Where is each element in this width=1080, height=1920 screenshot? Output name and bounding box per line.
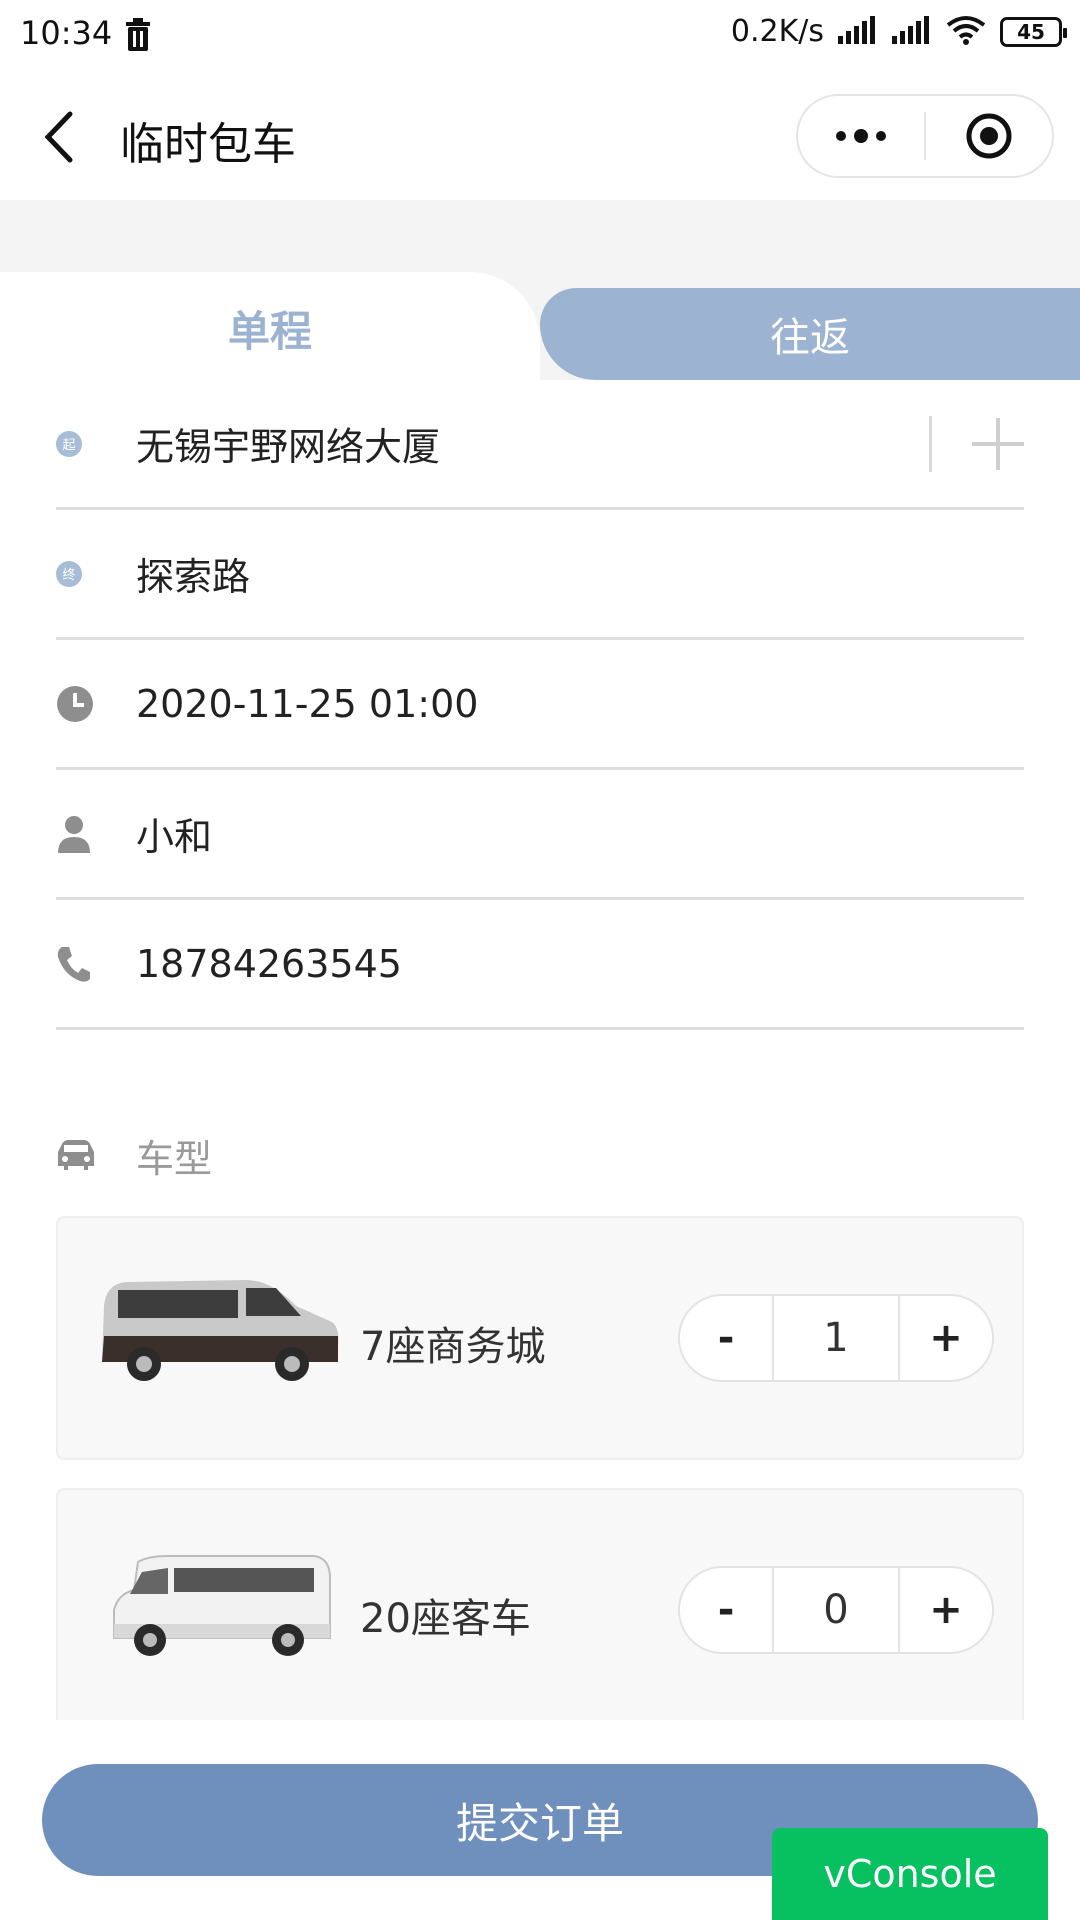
plus-icon — [972, 417, 1024, 470]
signal-icon — [838, 15, 878, 48]
contact-name: 小和 — [136, 815, 213, 859]
datetime-value: 2020-11-25 01:00 — [136, 681, 479, 726]
start-location: 无锡宇野网络大厦 — [136, 425, 441, 469]
status-indicators: 0.2K/s 45 — [730, 14, 1067, 49]
quantity-value[interactable]: 1 — [772, 1296, 900, 1380]
order-form: 起 无锡宇野网络大厦 终 探索路 2020-11-25 01:00 小和 187… — [0, 380, 1080, 1720]
add-divider — [929, 415, 932, 472]
battery-icon: 45 — [1000, 16, 1067, 47]
car-name: 20座客车 — [360, 1596, 531, 1642]
signal-icon-2 — [892, 15, 932, 48]
page-title: 临时包车 — [120, 119, 296, 170]
clock-icon — [57, 685, 93, 722]
add-stop-button[interactable] — [929, 380, 1024, 507]
car-card-20-seat: 20座客车 - 0 + — [56, 1488, 1024, 1720]
navbar: 临时包车 — [0, 72, 1080, 200]
mini-program-capsule — [796, 94, 1054, 178]
tab-round-trip[interactable]: 往返 — [540, 288, 1080, 380]
end-marker-icon: 终 — [56, 560, 82, 587]
battery-level: 45 — [1017, 19, 1045, 44]
phone-row[interactable]: 18784263545 — [56, 900, 1024, 1030]
car-name: 7座商务城 — [360, 1324, 546, 1370]
car-type-label: 车型 — [136, 1136, 213, 1181]
decrement-button[interactable]: - — [680, 1568, 772, 1652]
trash-icon — [124, 18, 152, 56]
contact-name-row[interactable]: 小和 — [56, 770, 1024, 900]
bottom-bar: 提交订单 vConsole — [0, 1720, 1080, 1920]
increment-button[interactable]: + — [900, 1296, 992, 1380]
close-capsule-button[interactable] — [926, 96, 1052, 176]
wifi-icon — [946, 15, 986, 49]
vconsole-button[interactable]: vConsole — [772, 1828, 1048, 1920]
more-icon — [836, 129, 886, 143]
car-icon — [58, 1140, 94, 1170]
network-speed: 0.2K/s — [730, 14, 824, 49]
datetime-row[interactable]: 2020-11-25 01:00 — [56, 640, 1024, 770]
target-icon — [966, 113, 1012, 159]
van-image — [96, 1276, 342, 1388]
status-bar: 10:34 0.2K/s 45 — [0, 0, 1080, 72]
quantity-stepper: - 0 + — [678, 1566, 994, 1654]
status-time: 10:34 — [20, 14, 113, 52]
quantity-value[interactable]: 0 — [772, 1568, 900, 1652]
phone-number: 18784263545 — [136, 941, 402, 986]
car-type-row: 车型 — [56, 1100, 1024, 1210]
phone-icon — [57, 946, 90, 982]
increment-button[interactable]: + — [900, 1568, 992, 1652]
quantity-stepper: - 1 + — [678, 1294, 994, 1382]
start-marker-icon: 起 — [56, 430, 82, 457]
car-card-7-seat: 7座商务城 - 1 + — [56, 1216, 1024, 1460]
back-button[interactable] — [40, 110, 80, 164]
minibus-image — [108, 1554, 334, 1666]
end-location: 探索路 — [136, 555, 251, 599]
decrement-button[interactable]: - — [680, 1296, 772, 1380]
person-icon — [58, 815, 90, 853]
more-button[interactable] — [798, 96, 924, 176]
end-location-row[interactable]: 终 探索路 — [56, 510, 1024, 640]
start-location-row[interactable]: 起 无锡宇野网络大厦 — [56, 380, 1024, 510]
